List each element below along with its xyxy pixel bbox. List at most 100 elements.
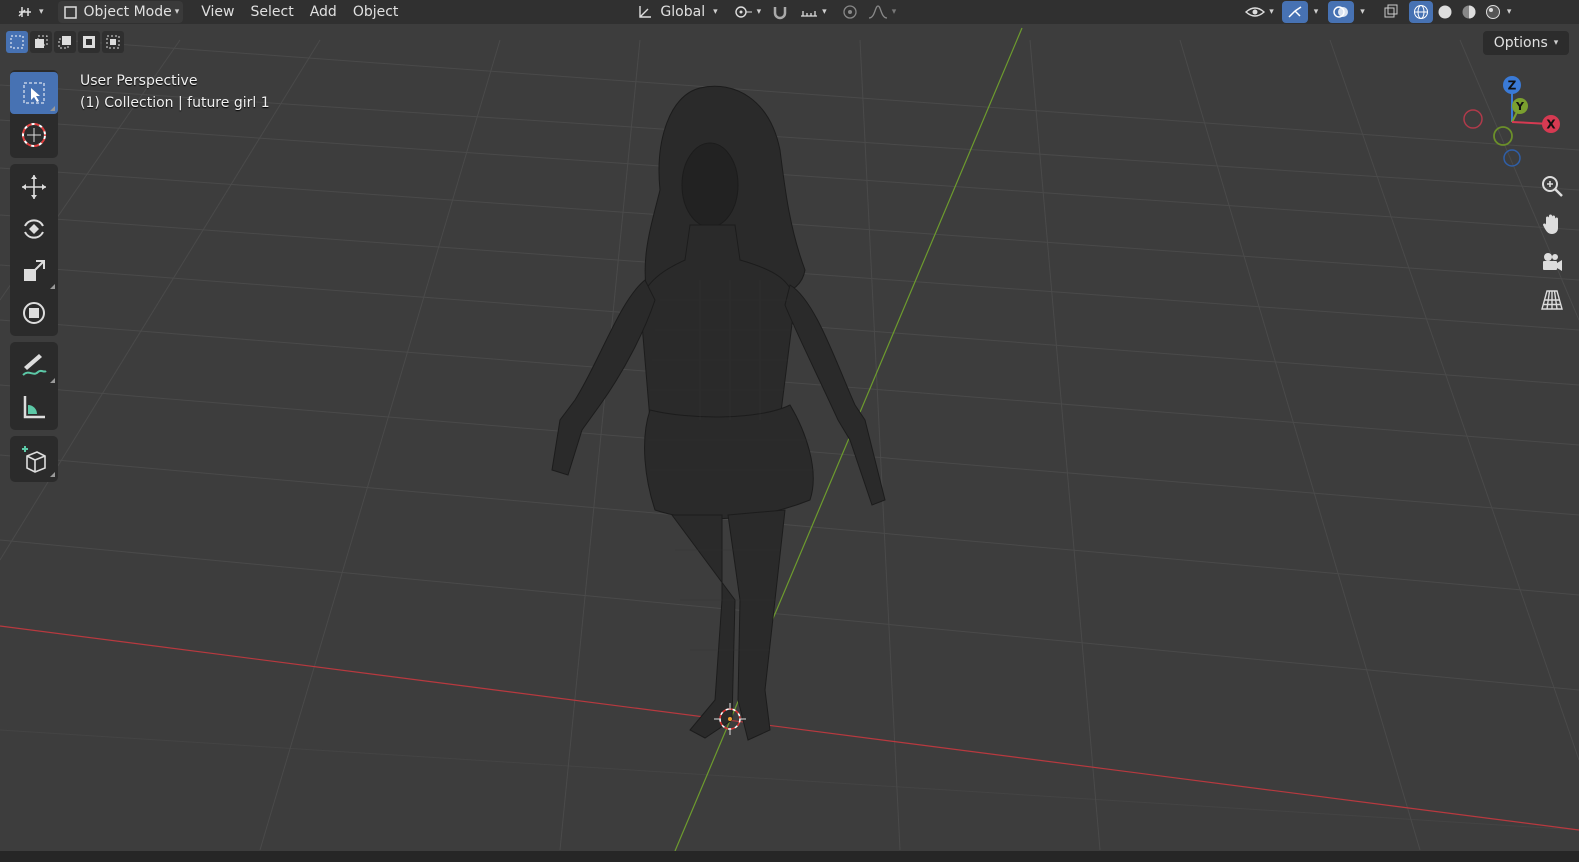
gizmo-x-label: X — [1546, 118, 1556, 132]
pivot-point-dropdown[interactable]: ▾ — [728, 1, 766, 23]
select-invert-button[interactable] — [78, 31, 100, 53]
editor-type-button[interactable]: ▾ — [12, 1, 48, 23]
3d-viewport[interactable] — [0, 0, 1579, 862]
rotate-icon — [24, 219, 44, 239]
cursor-tool[interactable] — [10, 114, 58, 156]
shading-solid-button[interactable] — [1433, 1, 1457, 23]
select-subtract-button[interactable] — [54, 31, 76, 53]
menu-add[interactable]: Add — [302, 1, 345, 23]
transform-tool[interactable] — [10, 292, 58, 334]
viewport-grid — [0, 0, 1579, 862]
snap-increment-icon — [801, 11, 818, 17]
shading-material-button[interactable] — [1457, 1, 1481, 23]
pan-button[interactable] — [1537, 208, 1567, 240]
scale-tool[interactable] — [10, 250, 58, 292]
select-new-icon — [10, 35, 24, 49]
falloff-dropdown[interactable]: ▾ — [863, 1, 901, 23]
tool-group-add — [10, 436, 58, 482]
snap-target-dropdown[interactable]: ▾ — [795, 1, 831, 23]
select-new-button[interactable] — [6, 31, 28, 53]
proportional-edit-icon — [843, 5, 857, 19]
material-sphere-icon — [1462, 5, 1476, 19]
editor-type-icon — [18, 7, 31, 17]
select-intersect-icon — [106, 35, 120, 49]
mode-label: Object Mode — [83, 4, 172, 20]
perspective-label: User Perspective — [80, 73, 198, 89]
select-intersect-button[interactable] — [102, 31, 124, 53]
measure-tool[interactable] — [10, 386, 58, 428]
select-subtract-icon — [58, 36, 71, 49]
collection-label: (1) Collection | future girl 1 — [80, 95, 270, 111]
move-icon — [22, 175, 46, 199]
chevron-down-icon: ▾ — [174, 7, 180, 17]
pan-hand-icon — [1543, 214, 1558, 234]
visibility-dropdown[interactable]: ▾ — [1240, 1, 1278, 23]
add-cube-tool[interactable] — [10, 438, 58, 480]
rotate-tool[interactable] — [10, 208, 58, 250]
ortho-toggle-button[interactable] — [1537, 284, 1567, 316]
select-extend-icon — [35, 35, 48, 48]
annotate-tool[interactable] — [10, 344, 58, 386]
pivot-icon — [734, 6, 752, 18]
shading-rendered-button[interactable] — [1481, 1, 1505, 23]
chevron-down-icon[interactable]: ▾ — [1314, 7, 1319, 17]
gizmo-toggle[interactable] — [1281, 1, 1308, 23]
select-box-icon — [23, 82, 45, 104]
shading-wireframe-button[interactable] — [1408, 1, 1433, 23]
overlays-toggle[interactable] — [1328, 1, 1355, 23]
gizmo-y-label: Y — [1515, 100, 1525, 113]
chevron-down-icon[interactable]: ▾ — [1507, 7, 1512, 17]
falloff-curve-icon — [868, 5, 887, 19]
proportional-edit-toggle[interactable] — [837, 1, 863, 23]
chevron-down-icon: ▾ — [822, 7, 827, 17]
rendered-sphere-icon — [1485, 5, 1500, 19]
grid-view-icon — [1541, 290, 1563, 310]
zoom-button[interactable] — [1537, 170, 1567, 202]
chevron-down-icon: ▾ — [1553, 38, 1559, 48]
overlays-icon — [1333, 6, 1349, 18]
tool-group-select — [10, 70, 58, 158]
eye-icon — [1245, 7, 1266, 17]
gizmo-z-label: Z — [1508, 79, 1517, 93]
scale-icon — [24, 260, 45, 281]
options-label: Options — [1493, 35, 1548, 51]
chevron-down-icon: ▾ — [756, 7, 762, 17]
status-bar — [0, 851, 1579, 862]
header-bar: ▾ Object Mode ▾ View Select Add Object G… — [0, 0, 1579, 24]
xray-icon — [1384, 4, 1398, 18]
select-extend-button[interactable] — [30, 31, 52, 53]
axis-gizmo-icon: Z Y X — [1463, 76, 1560, 167]
snap-toggle[interactable] — [767, 1, 795, 23]
transform-orientation-dropdown[interactable]: Global ▾ — [632, 1, 721, 23]
annotate-icon — [22, 354, 47, 376]
chevron-down-icon: ▾ — [39, 7, 44, 17]
camera-icon — [1543, 253, 1562, 271]
chevron-down-icon: ▾ — [891, 7, 897, 17]
mode-dropdown[interactable]: Object Mode ▾ — [57, 1, 184, 23]
chevron-down-icon: ▾ — [1269, 7, 1274, 17]
measure-icon — [23, 396, 45, 419]
solid-sphere-icon — [1438, 5, 1452, 19]
tool-shelf — [10, 70, 58, 488]
menu-object[interactable]: Object — [345, 1, 407, 23]
tool-group-annotate — [10, 342, 58, 430]
viewport-info: User Perspective (1) Collection | future… — [80, 70, 270, 114]
zoom-icon — [1542, 176, 1563, 197]
gizmo-icon — [1288, 6, 1302, 18]
orientation-label: Global — [660, 4, 706, 20]
xray-toggle[interactable] — [1379, 1, 1403, 23]
menu-select[interactable]: Select — [243, 1, 302, 23]
wireframe-sphere-icon — [1413, 5, 1428, 19]
tool-group-transform — [10, 164, 58, 336]
cursor-icon — [22, 123, 46, 147]
menu-view[interactable]: View — [193, 1, 242, 23]
add-cube-icon — [22, 446, 46, 473]
chevron-down-icon[interactable]: ▾ — [1360, 7, 1365, 17]
camera-view-button[interactable] — [1537, 246, 1567, 278]
options-dropdown[interactable]: Options ▾ — [1483, 31, 1569, 55]
select-mode-group — [6, 31, 124, 57]
select-invert-icon — [83, 36, 95, 48]
select-box-tool[interactable] — [10, 72, 58, 114]
navigation-gizmo[interactable]: Z Y X — [1455, 72, 1575, 172]
move-tool[interactable] — [10, 166, 58, 208]
